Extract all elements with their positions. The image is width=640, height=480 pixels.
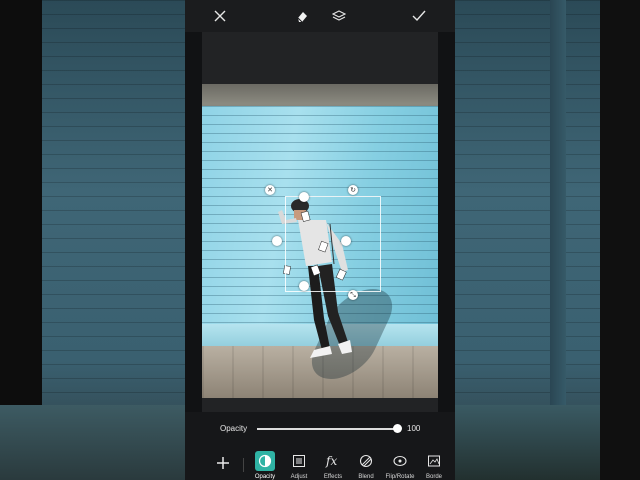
bottom-edge-handle[interactable] (299, 281, 309, 291)
add-icon[interactable] (215, 455, 231, 471)
top-edge-handle[interactable] (299, 192, 309, 202)
eraser-icon[interactable] (292, 6, 312, 26)
tool-flip-rotate[interactable]: Flip/Rotate (383, 450, 417, 480)
opacity-value: 100 (407, 424, 421, 433)
rotate-handle[interactable]: ↻ (348, 185, 358, 195)
photo-canvas[interactable]: ✕ ↻ ⤡ (202, 84, 438, 398)
tool-blend[interactable]: Blend (349, 450, 383, 480)
top-toolbar (185, 0, 455, 32)
right-edge-handle[interactable] (341, 236, 351, 246)
fx-icon: fx (323, 451, 343, 471)
blend-icon (356, 451, 376, 471)
delete-layer-handle[interactable]: ✕ (265, 185, 275, 195)
border-icon (424, 451, 444, 471)
tool-label: Borde (425, 474, 442, 480)
adjust-icon (289, 451, 309, 471)
blurred-background-left (0, 0, 185, 480)
photo-editor-app: ✕ ↻ ⤡ Opacity 100 Opacity Adjust fx Effe… (185, 0, 455, 480)
opacity-slider-track[interactable] (257, 428, 397, 430)
svg-text:fx: fx (325, 454, 337, 468)
left-edge-handle[interactable] (272, 236, 282, 246)
opacity-icon (255, 451, 275, 471)
scale-handle[interactable]: ⤡ (348, 290, 358, 300)
checkmark-icon[interactable] (409, 6, 429, 26)
close-icon[interactable] (210, 6, 230, 26)
tool-adjust[interactable]: Adjust (282, 450, 316, 480)
opacity-slider-thumb[interactable] (393, 424, 402, 433)
layer-selection-box[interactable] (285, 196, 381, 292)
opacity-label: Opacity (220, 424, 248, 433)
blurred-background-right (455, 0, 640, 480)
toolbar-divider (243, 458, 244, 472)
tool-opacity[interactable]: Opacity (248, 450, 282, 480)
layers-icon[interactable] (329, 6, 349, 26)
flip-rotate-icon (390, 451, 410, 471)
tool-border[interactable]: Borde (417, 450, 451, 480)
